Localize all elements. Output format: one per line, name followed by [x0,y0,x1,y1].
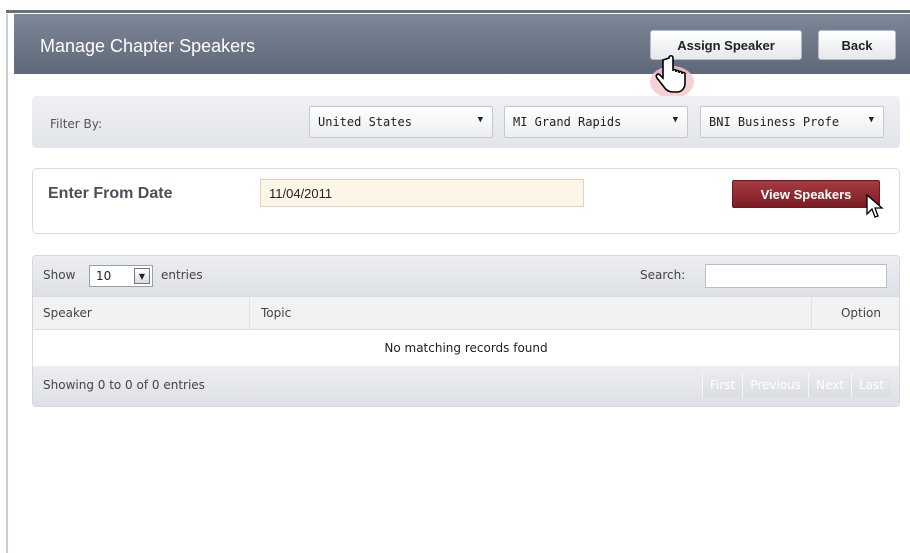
entries-label: entries [161,268,203,282]
page-length-value: 10 [96,269,112,283]
pagination: First Previous Next Last [702,373,891,397]
country-value: United States [318,115,412,129]
chevron-down-icon: ▼ [868,115,874,125]
pager-next-button[interactable]: Next [808,373,851,397]
column-header-speaker[interactable]: Speaker [43,306,92,320]
page-length-select[interactable]: 10 ▼ [89,265,153,287]
from-date-label: Enter From Date [48,185,173,202]
view-speakers-button[interactable]: View Speakers [732,180,880,208]
left-border [6,14,8,553]
pager-previous-button[interactable]: Previous [742,373,809,397]
show-label: Show [43,268,76,282]
table-info: Showing 0 to 0 of 0 entries [43,378,205,392]
table-footer: Showing 0 to 0 of 0 entries First Previo… [33,366,899,406]
table-toolbar: Show 10 ▼ entries Search: [33,256,899,296]
speakers-table: Show 10 ▼ entries Search: Speaker Topic … [32,255,900,407]
chapter-select[interactable]: BNI Business Profe ▼ [700,106,884,138]
column-divider [811,297,812,329]
region-select[interactable]: MI Grand Rapids ▼ [504,106,688,138]
pager-last-button[interactable]: Last [851,373,891,397]
pager-first-button[interactable]: First [702,373,743,397]
chapter-value: BNI Business Profe [709,115,840,129]
table-header: Speaker Topic Option [33,296,899,330]
country-select[interactable]: United States ▼ [309,106,493,138]
top-border [6,10,910,13]
hand-pointer-icon [650,54,694,98]
chevron-down-icon: ▼ [134,268,150,284]
from-date-input[interactable]: 11/04/2011 [260,179,584,207]
search-label: Search: [640,268,686,282]
column-header-option[interactable]: Option [841,306,881,320]
app-frame: Manage Chapter Speakers Assign Speaker B… [0,0,910,553]
empty-message: No matching records found [384,341,548,355]
column-divider [249,297,250,329]
back-button[interactable]: Back [818,30,896,60]
region-value: MI Grand Rapids [513,115,622,129]
chevron-down-icon: ▼ [477,115,483,125]
column-header-topic[interactable]: Topic [261,306,291,320]
filter-label: Filter By: [50,117,103,131]
search-input[interactable] [705,264,887,288]
arrow-pointer-icon [866,194,884,218]
page-title: Manage Chapter Speakers [40,36,256,56]
chevron-down-icon: ▼ [672,115,678,125]
